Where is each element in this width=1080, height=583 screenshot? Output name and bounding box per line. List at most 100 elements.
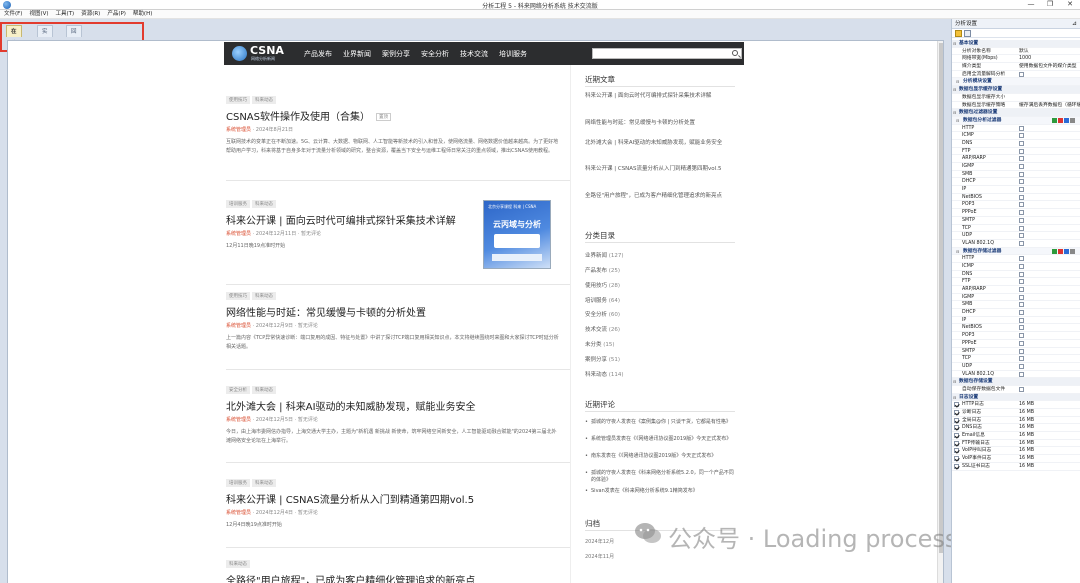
settings-row[interactable]: SMB xyxy=(952,301,1080,310)
settings-row[interactable]: HTTP日志 16 MB xyxy=(952,401,1080,409)
settings-row[interactable]: POP3 xyxy=(952,201,1080,210)
menu-file[interactable]: 文件(F) xyxy=(1,10,25,19)
category-link[interactable]: 安全分析 (60) xyxy=(585,310,620,318)
sort-category-icon[interactable] xyxy=(955,30,962,37)
settings-checkbox[interactable] xyxy=(1019,363,1024,369)
settings-row[interactable]: DHCP xyxy=(952,309,1080,317)
settings-row[interactable]: ICMP xyxy=(952,132,1080,140)
settings-row[interactable]: NetBIOS xyxy=(952,324,1080,333)
settings-row[interactable]: IGMP xyxy=(952,163,1080,171)
settings-subsection[interactable]: ⊟ 数据包分析过滤器 xyxy=(952,116,1080,125)
settings-row[interactable]: FTP传输日志 16 MB xyxy=(952,440,1080,448)
settings-section[interactable]: ⊟ 基本设置 xyxy=(952,40,1080,48)
recent-post-link[interactable]: 北外滩大会 | 科来AI驱动的未知威胁发现，赋能业务安全 xyxy=(585,139,733,147)
settings-row[interactable]: SMTP xyxy=(952,217,1080,225)
tab-realtime-analysis[interactable]: 实时分析 xyxy=(37,25,53,71)
nav-tech-exchange[interactable]: 技术交流 xyxy=(460,49,488,59)
settings-value[interactable]: 缓存满后丢弃数据包（循环缓存） xyxy=(1019,102,1080,110)
article-author[interactable]: 系统管理员 xyxy=(226,231,251,237)
settings-checkbox[interactable] xyxy=(1019,340,1024,346)
settings-checkbox[interactable] xyxy=(1019,187,1024,193)
settings-checkbox[interactable] xyxy=(1019,71,1024,77)
settings-checkbox[interactable] xyxy=(1019,317,1024,323)
collapse-icon[interactable]: ⊟ xyxy=(953,86,956,94)
collapse-icon[interactable]: ⊟ xyxy=(953,378,956,386)
pin-icon[interactable]: ⊿ xyxy=(1072,19,1077,29)
tag[interactable]: 科来动态 xyxy=(252,96,276,104)
article-thumbnail[interactable]: 北京分享课程 科来 | CSNA 云丙域与分析 xyxy=(483,200,551,269)
settings-checkbox[interactable] xyxy=(1019,325,1024,331)
settings-checkbox[interactable] xyxy=(1019,371,1024,377)
search-icon[interactable] xyxy=(732,50,738,56)
add-icon[interactable] xyxy=(1052,117,1057,123)
menu-resources[interactable]: 资源(R) xyxy=(78,10,103,19)
settings-checkbox[interactable] xyxy=(1019,263,1024,269)
settings-checkbox[interactable] xyxy=(1019,302,1024,308)
settings-row[interactable]: FTP xyxy=(952,278,1080,286)
recent-post-link[interactable]: 科来公开课 | CSNAS流量分析从入门到精通第四期vol.5 xyxy=(585,165,733,173)
log-enable-checkbox[interactable] xyxy=(954,463,959,469)
menu-view[interactable]: 视图(V) xyxy=(26,10,51,19)
settings-checkbox[interactable] xyxy=(1019,148,1024,154)
settings-row[interactable]: DNS xyxy=(952,140,1080,148)
settings-checkbox[interactable] xyxy=(1019,179,1024,185)
article-title[interactable]: 科来公开课 | CSNAS流量分析从入门到精通第四期vol.5 xyxy=(226,491,566,506)
minimize-button[interactable]: — xyxy=(1023,0,1039,10)
edit-icon[interactable] xyxy=(1064,117,1069,123)
settings-row[interactable]: HTTP xyxy=(952,255,1080,263)
settings-checkbox[interactable] xyxy=(1019,217,1024,223)
settings-checkbox[interactable] xyxy=(1019,310,1024,316)
settings-value[interactable]: 16 MB xyxy=(1019,417,1034,425)
settings-value[interactable]: 16 MB xyxy=(1019,424,1034,432)
article-author[interactable]: 系统管理员 xyxy=(226,510,251,516)
recent-comment[interactable]: 孤城的守夜人发表在《案例集@你 | 只谈干货，它都是有性格》 xyxy=(585,419,735,426)
settings-row[interactable]: DNS xyxy=(952,271,1080,279)
settings-section[interactable]: ⊟ 数据包显示缓存设置 xyxy=(952,86,1080,94)
recent-post-link[interactable]: 科来公开课 | 面向云时代可编排式探针采集技术详解 xyxy=(585,92,733,100)
log-enable-checkbox[interactable] xyxy=(954,402,959,408)
close-button[interactable]: ✕ xyxy=(1062,0,1078,10)
settings-row[interactable]: 数据包显示缓存策略 缓存满后丢弃数据包（循环缓存） xyxy=(952,102,1080,110)
tag[interactable]: 科来动态 xyxy=(252,200,276,208)
log-enable-checkbox[interactable] xyxy=(954,410,959,415)
category-link[interactable]: 科来动态 (114) xyxy=(585,370,624,378)
recent-post-link[interactable]: 网络性能与时延：常见缓慢与卡顿的分析处置 xyxy=(585,119,733,127)
tag[interactable]: 科来动态 xyxy=(252,292,276,300)
settings-row[interactable]: NetBIOS xyxy=(952,194,1080,202)
settings-row[interactable]: 启用全流量解码分析 xyxy=(952,71,1080,79)
log-enable-checkbox[interactable] xyxy=(954,433,959,439)
tag[interactable]: 科来动态 xyxy=(226,560,250,568)
settings-row[interactable]: 分析对象名称 默认 xyxy=(952,48,1080,56)
recent-comment[interactable]: Sivan发表在《科来网络分析系统9.1精简发布》 xyxy=(585,488,735,495)
settings-section[interactable]: ⊟ 数据包过滤器设置 xyxy=(952,109,1080,117)
category-link[interactable]: 培训服务 (64) xyxy=(585,296,620,304)
settings-row[interactable]: UDP xyxy=(952,232,1080,240)
settings-row[interactable]: DNS日志 16 MB xyxy=(952,424,1080,433)
settings-checkbox[interactable] xyxy=(1019,164,1024,169)
settings-value[interactable]: 使用数据包文件的媒介类型 xyxy=(1019,63,1077,71)
recent-comment[interactable]: 孤城的守夜人发表在《科来网络分析系统5.2.0，同一个产品不同的体验》 xyxy=(585,470,735,484)
settings-row[interactable]: TCP xyxy=(952,225,1080,233)
article-title[interactable]: CSNAS软件操作及使用（合集） 置顶 xyxy=(226,108,566,123)
collapse-icon[interactable]: ⊟ xyxy=(956,248,959,256)
category-link[interactable]: 使用技巧 (28) xyxy=(585,281,620,289)
settings-subsection[interactable]: ⊟ 数据包存储过滤器 xyxy=(952,247,1080,256)
settings-row[interactable]: 自动保存数据包文件 xyxy=(952,386,1080,394)
settings-row[interactable]: VoIP呼叫日志 16 MB xyxy=(952,447,1080,456)
settings-checkbox[interactable] xyxy=(1019,233,1024,239)
archive-link[interactable]: 2024年12月 xyxy=(585,538,614,545)
settings-row[interactable]: UDP xyxy=(952,363,1080,371)
settings-value[interactable]: 16 MB xyxy=(1019,463,1034,471)
tab-replay-analysis[interactable]: 回放分析 xyxy=(66,25,82,71)
menu-help[interactable]: 帮助(H) xyxy=(130,10,155,19)
settings-row[interactable]: FTP xyxy=(952,148,1080,156)
category-link[interactable]: 案例分享 (51) xyxy=(585,355,620,363)
settings-row[interactable]: VLAN 802.1Q xyxy=(952,371,1080,379)
nav-case-sharing[interactable]: 案例分享 xyxy=(382,49,410,59)
tag[interactable]: 使用技巧 xyxy=(226,292,250,300)
nav-security-analysis[interactable]: 安全分析 xyxy=(421,49,449,59)
settings-checkbox[interactable] xyxy=(1019,202,1024,208)
settings-section[interactable]: ⊟ 数据包存储设置 xyxy=(952,378,1080,386)
settings-row[interactable]: SMTP xyxy=(952,348,1080,356)
settings-row[interactable]: ICMP xyxy=(952,263,1080,271)
